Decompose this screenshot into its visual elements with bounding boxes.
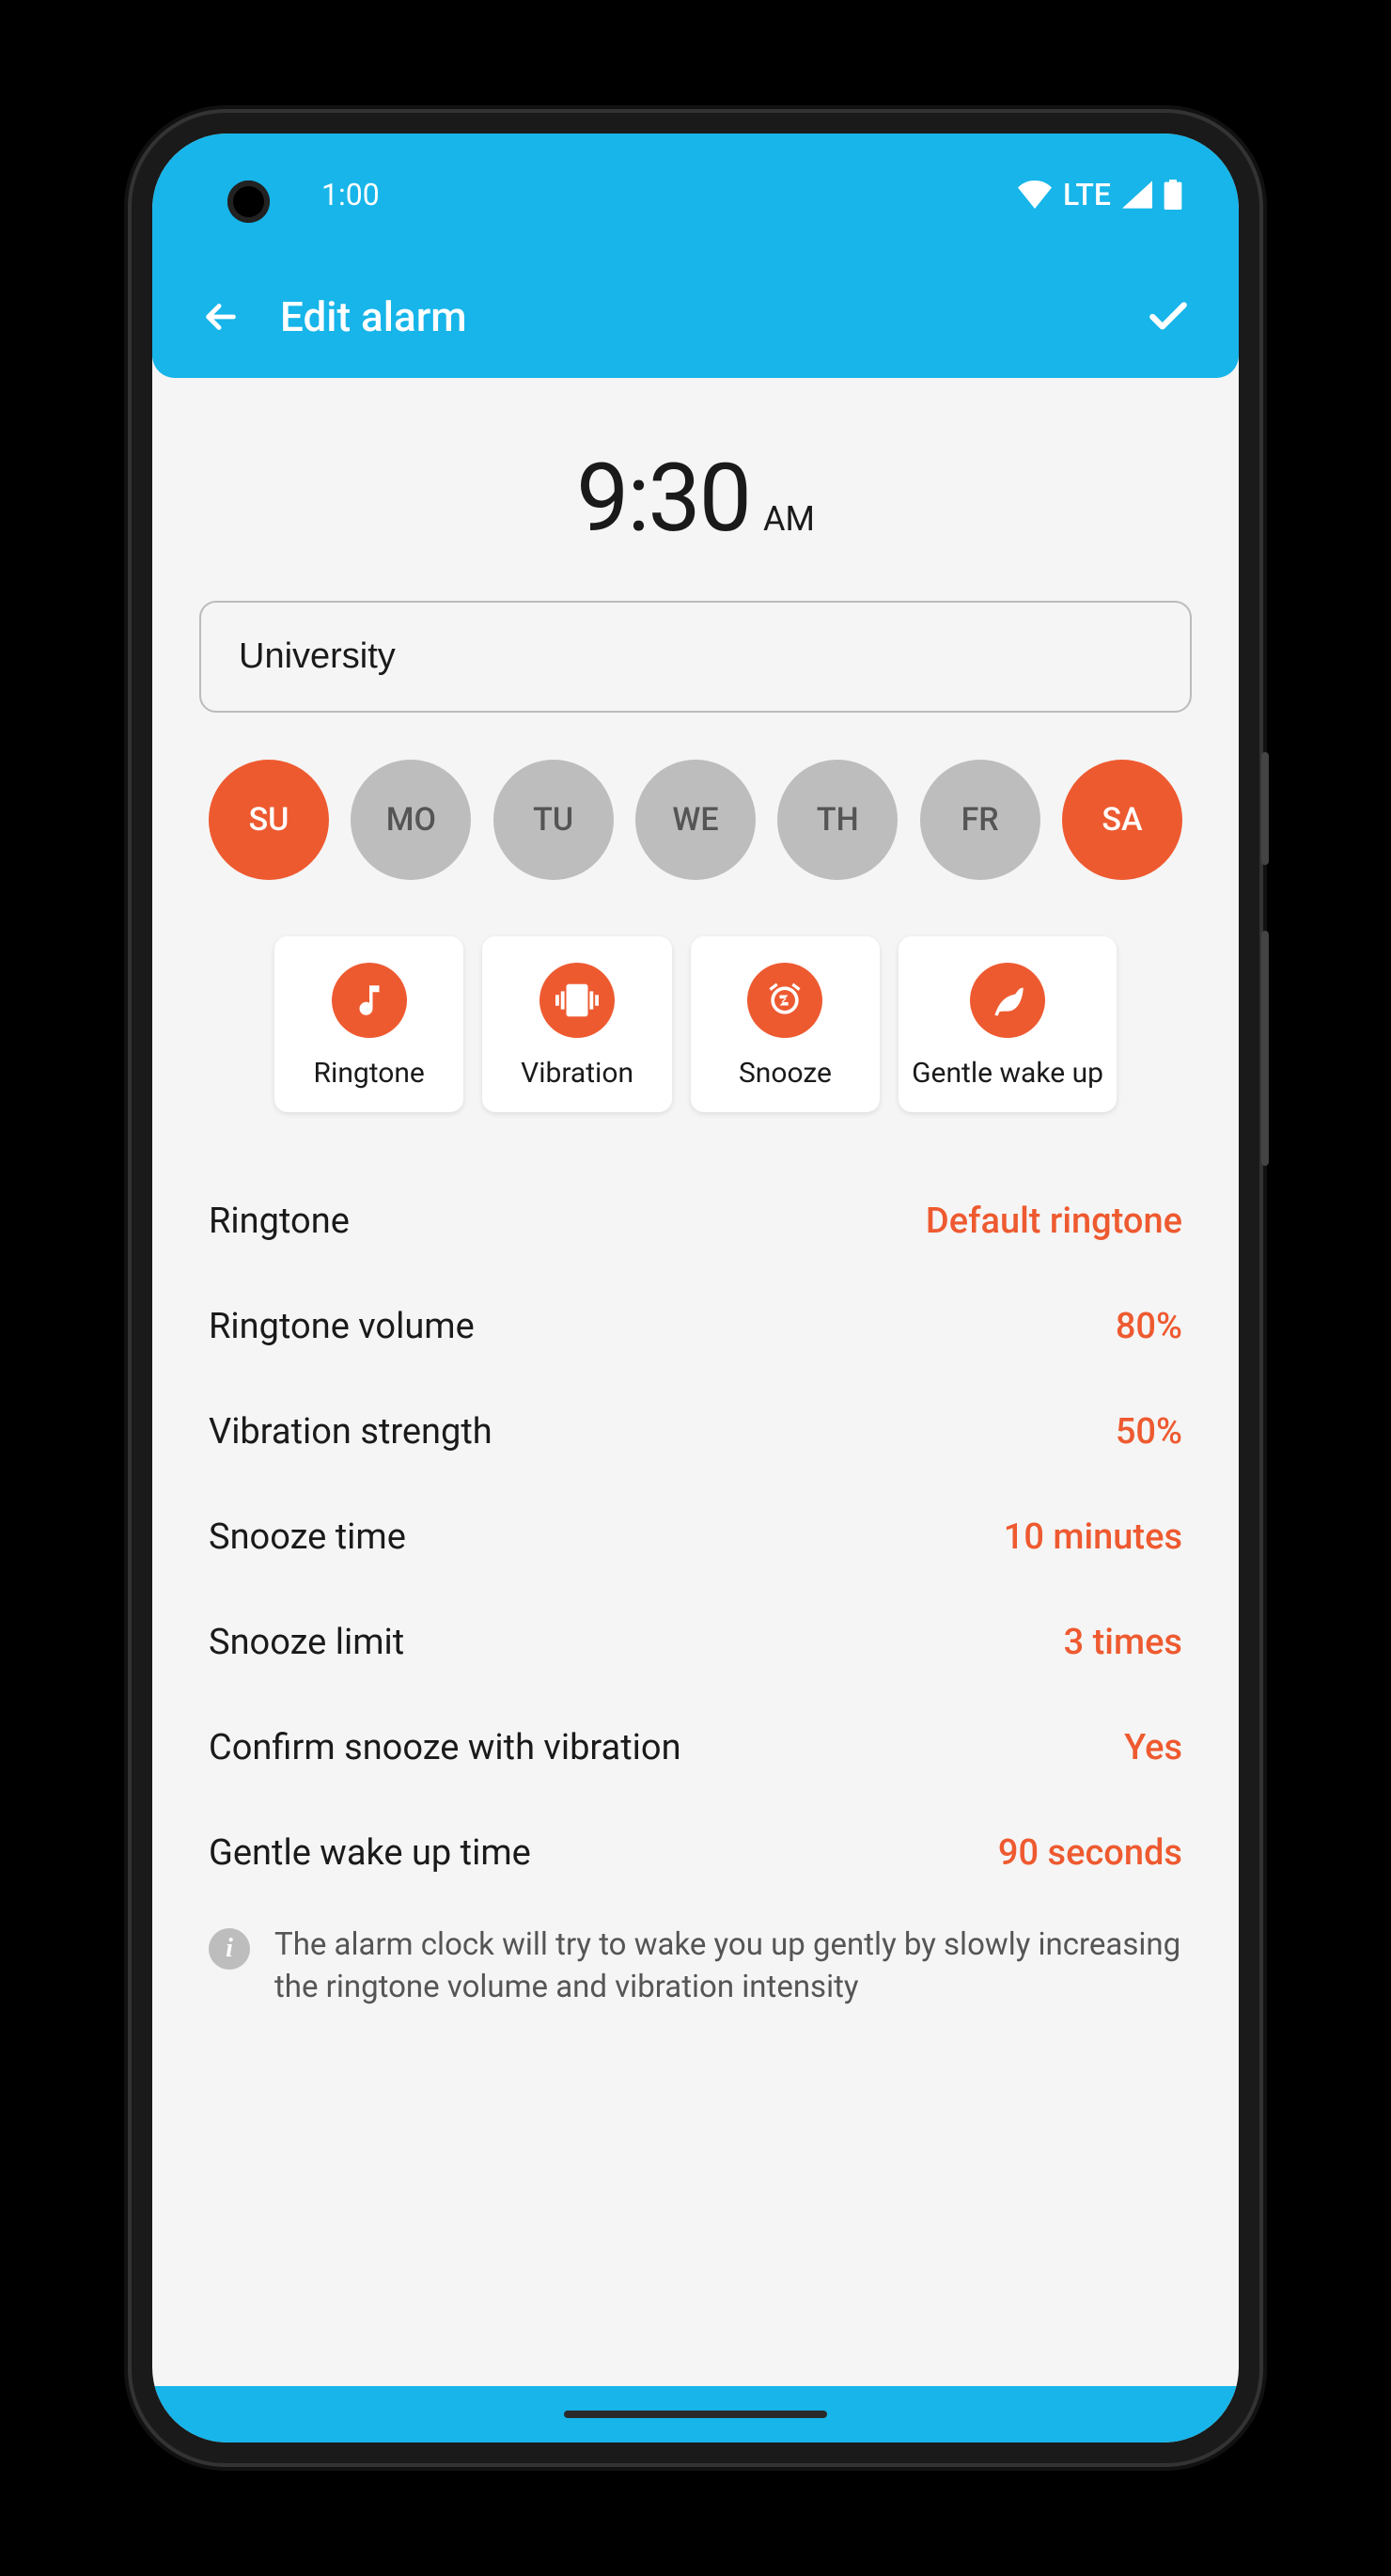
status-time: 1:00 <box>321 177 380 212</box>
day-chip-mo[interactable]: MO <box>351 760 471 880</box>
alarm-time: 9:30 <box>576 444 750 554</box>
status-indicators: LTE <box>1018 177 1182 212</box>
setting-row[interactable]: Confirm snooze with vibration Yes <box>199 1695 1192 1800</box>
page-title: Edit alarm <box>280 292 1145 341</box>
status-bar: 1:00 LTE <box>152 134 1239 256</box>
setting-row[interactable]: Ringtone volume 80% <box>199 1274 1192 1379</box>
confirm-icon[interactable] <box>1145 293 1192 340</box>
setting-label: Confirm snooze with vibration <box>209 1727 681 1768</box>
day-chip-tu[interactable]: TU <box>493 760 614 880</box>
feature-label: Ringtone <box>314 1057 425 1090</box>
battery-icon <box>1164 180 1182 210</box>
day-chip-fr[interactable]: FR <box>920 760 1040 880</box>
setting-value: 80% <box>1116 1306 1182 1347</box>
day-chip-th[interactable]: TH <box>777 760 898 880</box>
setting-label: Ringtone volume <box>209 1306 475 1347</box>
setting-value: Default ringtone <box>926 1201 1182 1242</box>
setting-value: 90 seconds <box>998 1832 1182 1874</box>
setting-row[interactable]: Ringtone Default ringtone <box>199 1169 1192 1274</box>
setting-row[interactable]: Snooze time 10 minutes <box>199 1484 1192 1590</box>
setting-label: Snooze limit <box>209 1622 404 1663</box>
settings-list: Ringtone Default ringtone Ringtone volume 8… <box>199 1159 1192 1915</box>
wifi-icon <box>1018 181 1052 209</box>
note-icon <box>332 963 407 1038</box>
nav-handle[interactable] <box>564 2411 827 2418</box>
setting-row[interactable]: Snooze limit 3 times <box>199 1590 1192 1695</box>
leaf-icon <box>970 963 1045 1038</box>
feature-label: Vibration <box>521 1057 633 1090</box>
days-row: SUMOTUWETHFRSA <box>199 713 1192 918</box>
back-icon[interactable] <box>199 295 242 338</box>
day-chip-we[interactable]: WE <box>635 760 756 880</box>
phone-screen: 1:00 LTE Edit alarm 9:30AM SUMOTUWETHFRS… <box>152 134 1239 2442</box>
setting-value: 3 times <box>1064 1622 1182 1663</box>
alarm-name-input[interactable] <box>199 601 1192 713</box>
setting-label: Gentle wake up time <box>209 1832 531 1874</box>
vibration-icon <box>539 963 615 1038</box>
nav-bar <box>152 2386 1239 2442</box>
setting-value: 10 minutes <box>1004 1516 1182 1558</box>
feature-label: Gentle wake up <box>912 1057 1103 1090</box>
network-label: LTE <box>1063 177 1111 212</box>
feature-card-leaf[interactable]: Gentle wake up <box>899 936 1117 1112</box>
snooze-icon <box>747 963 822 1038</box>
setting-row[interactable]: Gentle wake up time 90 seconds <box>199 1800 1192 1906</box>
feature-card-note[interactable]: Ringtone <box>274 936 463 1112</box>
alarm-period: AM <box>763 499 815 539</box>
info-row: i The alarm clock will try to wake you u… <box>199 1915 1192 2036</box>
day-chip-sa[interactable]: SA <box>1062 760 1182 880</box>
feature-label: Snooze <box>739 1057 832 1090</box>
setting-value: 50% <box>1116 1411 1182 1453</box>
app-bar: Edit alarm <box>152 256 1239 378</box>
info-text: The alarm clock will try to wake you up … <box>274 1924 1182 2008</box>
setting-value: Yes <box>1124 1727 1182 1768</box>
feature-cards: Ringtone Vibration Snooze Gentle wake up <box>199 918 1192 1159</box>
feature-card-vibration[interactable]: Vibration <box>482 936 671 1112</box>
phone-frame: 1:00 LTE Edit alarm 9:30AM SUMOTUWETHFRS… <box>132 113 1259 2463</box>
camera-hole <box>227 181 270 223</box>
power-button <box>1261 931 1269 1166</box>
volume-button <box>1261 752 1269 865</box>
signal-icon <box>1122 181 1152 209</box>
setting-label: Ringtone <box>209 1201 350 1242</box>
info-icon: i <box>209 1928 250 1970</box>
setting-row[interactable]: Vibration strength 50% <box>199 1379 1192 1484</box>
day-chip-su[interactable]: SU <box>209 760 329 880</box>
feature-card-snooze[interactable]: Snooze <box>691 936 880 1112</box>
content-area: 9:30 AM SUMOTUWETHFRSA Ringtone Vibration S… <box>152 378 1239 2386</box>
alarm-time-display[interactable]: 9:30 AM <box>199 416 1192 601</box>
setting-label: Snooze time <box>209 1516 406 1558</box>
setting-label: Vibration strength <box>209 1411 492 1453</box>
